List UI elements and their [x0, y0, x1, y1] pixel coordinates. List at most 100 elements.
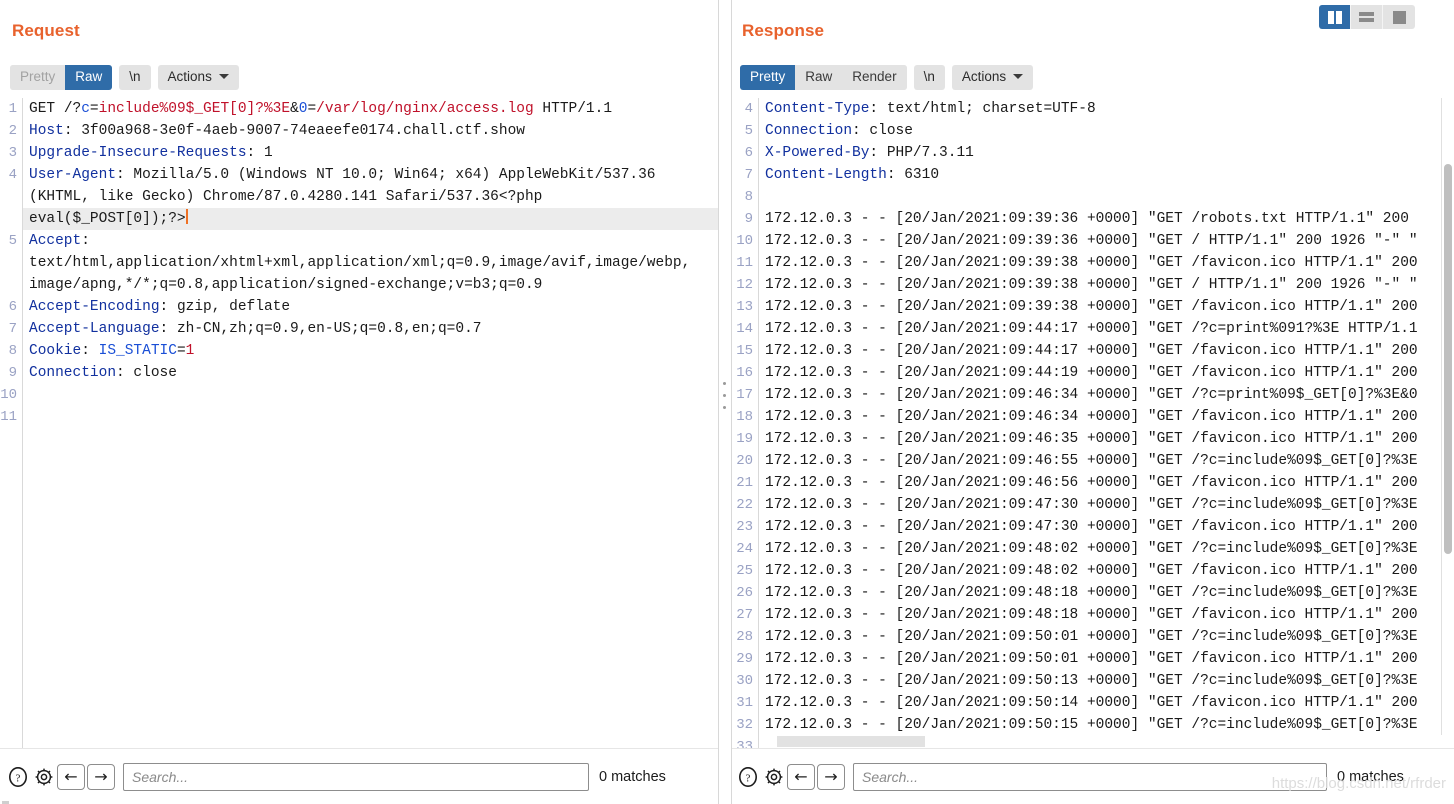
scrollbar-thumb[interactable]	[1444, 164, 1452, 554]
search-prev-button[interactable]: ←	[787, 763, 815, 790]
gear-icon[interactable]	[31, 764, 57, 790]
response-tab-raw[interactable]: Raw	[795, 64, 843, 90]
response-tabstrip: Pretty Raw Render \n Actions	[740, 64, 1040, 90]
response-editor[interactable]: 4 5 6 7 8 9 10 11 12 13 14 15 16 17 18 19 20 21 22 23 24 25 26…	[730, 98, 1454, 748]
line-number: 27	[736, 607, 753, 623]
request-actions-button[interactable]: Actions	[157, 64, 239, 90]
log-entry-text: 172.12.0.3 - - [20/Jan/2021:09:39:38 +00…	[765, 255, 1418, 271]
request-tab-pretty[interactable]: Pretty	[10, 64, 66, 90]
response-newline-button[interactable]: \n	[913, 64, 945, 90]
request-view-tabs: Pretty Raw	[10, 64, 113, 90]
split-horizontal-icon	[1359, 12, 1374, 22]
line-number-continuation: .	[0, 274, 22, 296]
layout-split-horizontal-button[interactable]	[1351, 5, 1383, 29]
pane-divider[interactable]	[718, 0, 732, 804]
equals-sign: =	[307, 101, 317, 117]
code-line-log-entry: 172.12.0.3 - - [20/Jan/2021:09:50:01 +00…	[759, 626, 1442, 648]
help-icon[interactable]: ?	[5, 764, 31, 790]
header-name: User-Agent	[29, 167, 117, 183]
line-number: 8	[744, 189, 753, 205]
line-number: 28	[736, 629, 753, 645]
request-tab-raw[interactable]: Raw	[65, 64, 113, 90]
code-line-header: Accept-Language: zh-CN,zh;q=0.9,en-US;q=…	[23, 318, 718, 340]
header-colon: :	[869, 145, 887, 161]
query-param-name: c	[81, 101, 90, 117]
response-code-area[interactable]: Content-Type: text/html; charset=UTF-8 Co…	[759, 98, 1442, 748]
code-line-log-entry: 172.12.0.3 - - [20/Jan/2021:09:46:55 +00…	[759, 450, 1442, 472]
line-number: 22	[736, 497, 753, 513]
line-number: 23	[736, 519, 753, 535]
line-number: 19	[736, 431, 753, 447]
response-tab-pretty[interactable]: Pretty	[740, 64, 796, 90]
search-next-button[interactable]: →	[87, 763, 115, 790]
svg-text:?: ?	[16, 772, 21, 784]
search-input[interactable]	[123, 762, 589, 791]
code-line-header: Content-Length: 6310	[759, 164, 1442, 186]
line-number-continuation: .	[0, 208, 22, 230]
response-view-tabs: Pretty Raw Render	[740, 64, 907, 90]
request-pane: Request Pretty Raw \n Actions 1 2 3 4 . …	[0, 0, 718, 804]
line-number: 7	[744, 167, 753, 183]
header-name: Content-Type	[765, 101, 870, 117]
header-value-part: image/apng,*/*;q=0.8,application/signed-…	[29, 277, 543, 293]
line-number: 6	[744, 145, 753, 161]
request-editor[interactable]: 1 2 3 4 . . 5 . . 6 7 8 9 10 11 GET /?c =…	[0, 98, 718, 748]
search-prev-button[interactable]: ←	[57, 763, 85, 790]
header-name: Host	[29, 123, 64, 139]
path-prefix: /?	[63, 101, 82, 117]
http-version: HTTP/1.1	[533, 101, 613, 117]
header-name: X-Powered-By	[765, 145, 870, 161]
line-number-continuation: .	[0, 252, 22, 274]
log-entry-text: 172.12.0.3 - - [20/Jan/2021:09:44:19 +00…	[765, 365, 1418, 381]
request-newline-button[interactable]: \n	[119, 64, 151, 90]
code-line-wrap: (KHTML, like Gecko) Chrome/87.0.4280.141…	[23, 186, 718, 208]
log-entry-text: 172.12.0.3 - - [20/Jan/2021:09:46:34 +00…	[765, 409, 1418, 425]
help-icon[interactable]: ?	[735, 764, 761, 790]
header-value-part: text/html,application/xhtml+xml,applicat…	[29, 255, 691, 271]
code-line-log-entry: 172.12.0.3 - - [20/Jan/2021:09:46:35 +00…	[759, 428, 1442, 450]
log-entry-text: 172.12.0.3 - - [20/Jan/2021:09:48:18 +00…	[765, 607, 1418, 623]
response-horizontal-scrollbar[interactable]	[759, 735, 1442, 748]
header-name: Content-Length	[765, 167, 887, 183]
request-gutter: 1 2 3 4 . . 5 . . 6 7 8 9 10 11	[0, 98, 23, 748]
code-line-wrap: text/html,application/xhtml+xml,applicat…	[23, 252, 718, 274]
code-line-header: Host: 3f00a968-3e0f-4aeb-9007-74eaeefe01…	[23, 120, 718, 142]
code-line-log-entry: 172.12.0.3 - - [20/Jan/2021:09:44:19 +00…	[759, 362, 1442, 384]
header-value-part: Mozilla/5.0 (Windows NT 10.0; Win64; x64…	[133, 167, 656, 183]
request-code-area[interactable]: GET /?c=include%09$_GET[0]?%3E&0=/var/lo…	[23, 98, 718, 748]
response-vertical-scrollbar[interactable]	[1441, 98, 1454, 748]
text-caret	[185, 209, 188, 224]
response-search-bar: ? ← → 0 matches	[730, 748, 1454, 804]
code-line-log-entry: 172.12.0.3 - - [20/Jan/2021:09:39:38 +00…	[759, 252, 1442, 274]
response-tab-render[interactable]: Render	[842, 64, 907, 90]
line-number: 9	[8, 365, 17, 381]
log-entry-text: 172.12.0.3 - - [20/Jan/2021:09:46:56 +00…	[765, 475, 1418, 491]
layout-split-vertical-button[interactable]	[1319, 5, 1351, 29]
log-entry-text: 172.12.0.3 - - [20/Jan/2021:09:50:14 +00…	[765, 695, 1418, 711]
search-input[interactable]	[853, 762, 1327, 791]
header-value: 1	[263, 145, 273, 161]
ampersand: &	[290, 101, 299, 117]
code-line-log-entry: 172.12.0.3 - - [20/Jan/2021:09:47:30 +00…	[759, 494, 1442, 516]
header-colon: :	[246, 145, 264, 161]
header-value: text/html; charset=UTF-8	[886, 101, 1096, 117]
code-line-log-entry: 172.12.0.3 - - [20/Jan/2021:09:39:38 +00…	[759, 274, 1442, 296]
line-number: 18	[736, 409, 753, 425]
header-name: Accept-Encoding	[29, 299, 160, 315]
scrollbar-thumb[interactable]	[777, 736, 925, 747]
log-entry-text: 172.12.0.3 - - [20/Jan/2021:09:39:38 +00…	[765, 277, 1418, 293]
gear-icon[interactable]	[761, 764, 787, 790]
layout-toggle-group	[1319, 5, 1415, 29]
line-number: 25	[736, 563, 753, 579]
line-number: 10	[0, 387, 17, 403]
search-next-button[interactable]: →	[817, 763, 845, 790]
http-method: GET	[29, 101, 64, 117]
line-number: 1	[8, 101, 17, 117]
header-name: Connection	[29, 365, 117, 381]
layout-single-pane-button[interactable]	[1383, 5, 1415, 29]
code-line-log-entry: 172.12.0.3 - - [20/Jan/2021:09:48:02 +00…	[759, 560, 1442, 582]
response-actions-button[interactable]: Actions	[951, 64, 1034, 90]
line-number: 4	[744, 101, 753, 117]
line-number: 3	[8, 145, 17, 161]
